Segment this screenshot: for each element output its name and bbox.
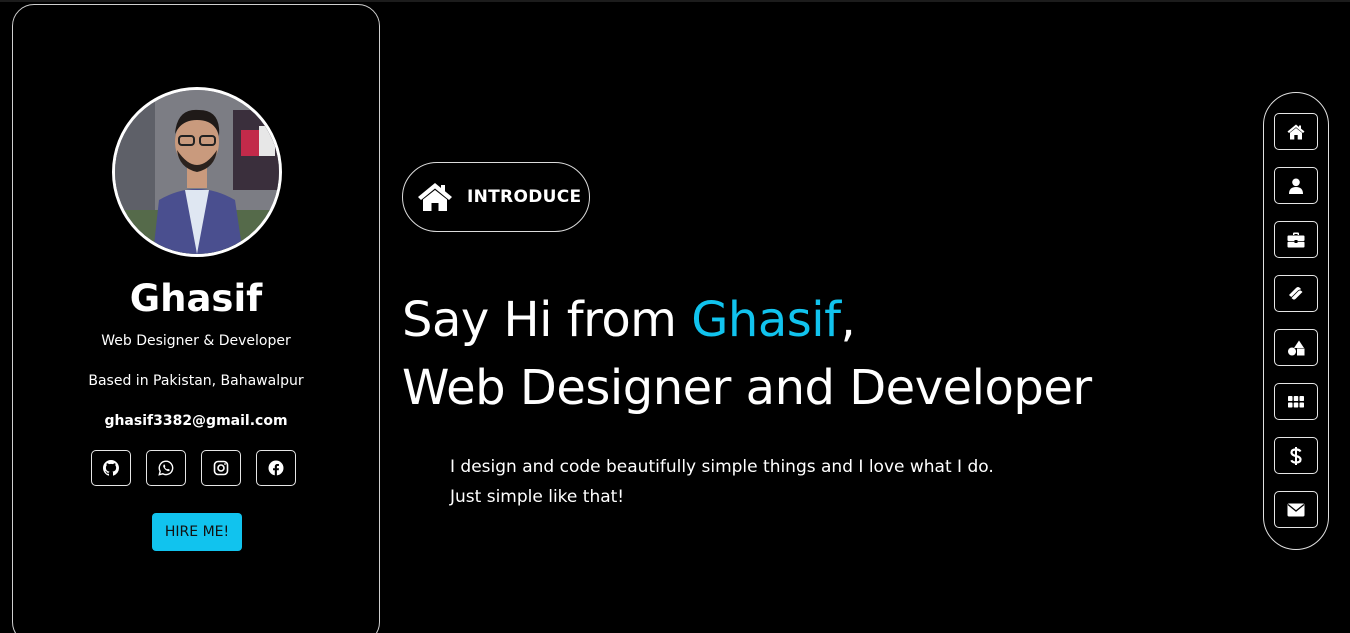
github-button[interactable]	[91, 450, 131, 486]
headline-name: Ghasif	[691, 292, 841, 348]
introduce-label: INTRODUCE	[467, 187, 582, 207]
avatar	[112, 87, 282, 257]
facebook-icon	[268, 460, 284, 476]
shapes-icon	[1288, 340, 1305, 355]
instagram-button[interactable]	[201, 450, 241, 486]
introduce-badge: INTRODUCE	[402, 162, 590, 232]
user-icon	[1289, 178, 1303, 194]
facebook-button[interactable]	[256, 450, 296, 486]
tagline-line-2: Just simple like that!	[450, 487, 625, 507]
profile-name: Ghasif	[129, 277, 263, 320]
briefcase-icon	[1287, 232, 1305, 247]
profile-card: Ghasif Web Designer & Developer Based in…	[12, 4, 380, 633]
page: Ghasif Web Designer & Developer Based in…	[0, 0, 1350, 633]
nav-contact-button[interactable]	[1274, 491, 1318, 528]
nav-about-button[interactable]	[1274, 167, 1318, 204]
envelope-icon	[1287, 503, 1305, 516]
nav-portfolio-button[interactable]	[1274, 383, 1318, 420]
whatsapp-button[interactable]	[146, 450, 186, 486]
profile-email[interactable]: ghasif3382@gmail.com	[13, 413, 379, 429]
nav-services-button[interactable]	[1274, 275, 1318, 312]
avatar-photo	[115, 90, 279, 254]
hero-headline: Say Hi from Ghasif, Web Designer and Dev…	[402, 286, 1092, 422]
github-icon	[103, 460, 119, 476]
social-links	[91, 450, 296, 486]
dollar-icon	[1290, 446, 1302, 465]
nav-resume-button[interactable]	[1274, 221, 1318, 258]
home-icon	[417, 182, 453, 212]
grid-icon	[1288, 395, 1304, 407]
hero-tagline: I design and code beautifully simple thi…	[450, 452, 994, 512]
layers-icon	[1289, 286, 1304, 300]
tagline-line-1: I design and code beautifully simple thi…	[450, 457, 994, 477]
hire-me-button[interactable]: HIRE ME!	[152, 513, 242, 551]
nav-skills-button[interactable]	[1274, 329, 1318, 366]
whatsapp-icon	[158, 460, 174, 476]
home-icon	[1287, 124, 1305, 139]
headline-role: Web Designer and Developer	[402, 360, 1092, 416]
instagram-icon	[213, 460, 229, 476]
nav-pricing-button[interactable]	[1274, 437, 1318, 474]
headline-prefix: Say Hi from	[402, 292, 692, 348]
profile-role: Web Designer & Developer	[101, 333, 291, 349]
nav-home-button[interactable]	[1274, 113, 1318, 150]
headline-comma: ,	[840, 292, 856, 348]
side-navigation	[1263, 92, 1329, 550]
profile-location: Based in Pakistan, Bahawalpur	[88, 373, 304, 389]
